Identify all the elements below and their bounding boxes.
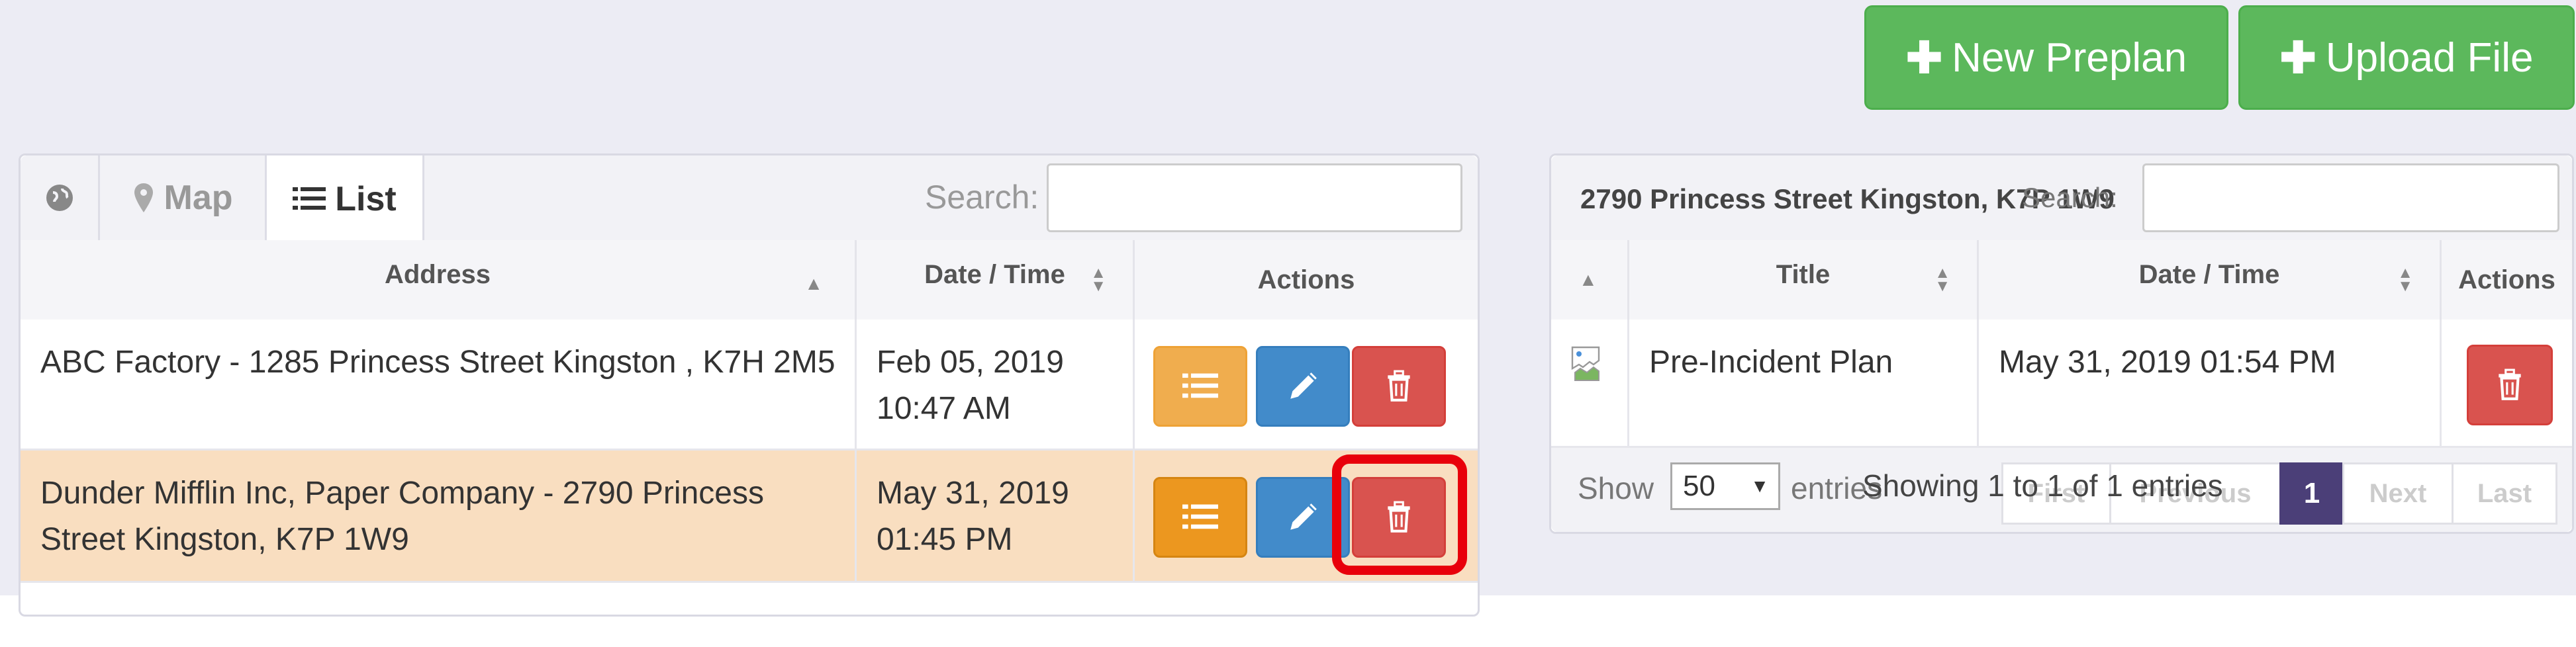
column-header-address[interactable]: Address ▲	[21, 240, 857, 320]
pagination-last[interactable]: Last	[2452, 462, 2557, 525]
edit-button[interactable]	[1256, 346, 1350, 427]
pagination-page-1[interactable]: 1	[2279, 462, 2344, 525]
list-icon	[293, 187, 326, 210]
date-time-cell: May 31, 2019 01:45 PM	[857, 451, 1135, 581]
column-header-date-time[interactable]: Date / Time ▲ ▼	[857, 240, 1135, 320]
tab-list-label: List	[335, 179, 397, 218]
trash-icon	[2499, 368, 2521, 400]
column-header-title-label: Title	[1776, 259, 1831, 289]
sort-asc-icon: ▲	[804, 273, 823, 294]
tab-map[interactable]: Map	[100, 155, 267, 240]
preplan-files-panel: 2790 Princess Street Kingston, K7P 1W9 S…	[1549, 153, 2574, 534]
broken-image-icon	[1571, 346, 1600, 381]
sort-asc-icon: ▲	[1579, 269, 1598, 290]
view-list-button[interactable]	[1153, 346, 1247, 427]
entries-info: Showing 1 to 1 of 1 entries	[1862, 468, 2223, 503]
table-header: Address ▲ Date / Time ▲ ▼ Actions	[21, 240, 1478, 322]
globe-icon	[46, 185, 73, 211]
upload-file-button[interactable]: ✚ Upload File	[2238, 5, 2575, 110]
caret-down-icon: ▼	[1750, 476, 1769, 496]
new-preplan-label: New Preplan	[1952, 34, 2187, 81]
tab-map-label: Map	[164, 179, 233, 217]
files-header-bar: 2790 Princess Street Kingston, K7P 1W9 S…	[1551, 155, 2572, 242]
column-header-actions: Actions	[1135, 240, 1478, 320]
table-row[interactable]: ABC Factory - 1285 Princess Street Kings…	[21, 320, 1478, 451]
file-title-cell: Pre-Incident Plan	[1629, 320, 1979, 446]
tab-globe[interactable]	[21, 155, 100, 240]
column-header-date-time[interactable]: Date / Time ▲ ▼	[1979, 240, 2442, 320]
page-canvas: ✚ New Preplan ✚ Upload File Map List Sea…	[0, 0, 2576, 617]
pagination-next[interactable]: Next	[2342, 462, 2454, 525]
preplan-list-panel: Map List Search: Address ▲ Date / Time ▲…	[19, 153, 1480, 617]
view-list-button[interactable]	[1153, 477, 1247, 558]
thumbnail-cell	[1551, 320, 1629, 446]
file-row[interactable]: Pre-Incident Plan May 31, 2019 01:54 PM	[1551, 320, 2572, 448]
sort-icon: ▲ ▼	[1934, 264, 1950, 295]
files-table-header: ▲ Title ▲ ▼ Date / Time ▲ ▼ Actions	[1551, 240, 2572, 322]
page-size-select[interactable]: 50 ▼	[1670, 462, 1780, 510]
page-size-value: 50	[1683, 470, 1715, 502]
table-footer: Show 50 ▼ entries First Previous 1 Next …	[1551, 448, 2572, 532]
view-tabs-bar: Map List Search:	[21, 155, 1478, 242]
date-text: Feb 05, 2019	[877, 345, 1064, 380]
table-row-selected[interactable]: Dunder Mifflin Inc, Paper Company - 2790…	[21, 451, 1478, 583]
plus-icon: ✚	[1905, 32, 1943, 82]
tab-list[interactable]: List	[267, 155, 424, 242]
map-marker-icon	[134, 183, 153, 212]
address-cell: Dunder Mifflin Inc, Paper Company - 2790…	[21, 451, 857, 581]
time-text: 10:47 AM	[877, 391, 1011, 426]
sort-icon: ▲ ▼	[1090, 264, 1106, 295]
column-header-address-label: Address	[384, 259, 491, 289]
search-label: Search:	[2022, 182, 2118, 213]
sort-icon: ▲ ▼	[2397, 264, 2413, 295]
address-cell: ABC Factory - 1285 Princess Street Kings…	[21, 320, 857, 449]
column-header-title[interactable]: Title ▲ ▼	[1629, 240, 1979, 320]
search-input[interactable]	[1047, 163, 1462, 232]
column-header-date-label: Date / Time	[2138, 259, 2280, 289]
plus-icon: ✚	[2279, 32, 2316, 82]
date-text: May 31, 2019	[877, 476, 1069, 511]
list-icon	[1182, 373, 1218, 398]
highlight-box	[1332, 454, 1467, 575]
column-header-date-label: Date / Time	[924, 259, 1065, 289]
upload-file-label: Upload File	[2325, 34, 2534, 81]
show-label: Show	[1578, 471, 1654, 505]
search-label: Search:	[925, 179, 1039, 216]
files-search-input[interactable]	[2142, 163, 2559, 232]
delete-button[interactable]	[1352, 346, 1446, 427]
file-date-time-cell: May 31, 2019 01:54 PM	[1979, 320, 2442, 446]
edit-icon	[1290, 503, 1317, 530]
delete-file-button[interactable]	[2467, 345, 2553, 425]
column-header-actions-label: Actions	[1257, 265, 1355, 294]
column-header-actions-label: Actions	[2458, 265, 2555, 294]
trash-icon	[1388, 370, 1410, 402]
time-text: 01:45 PM	[877, 522, 1013, 557]
column-header-thumbnail[interactable]: ▲	[1551, 240, 1629, 320]
new-preplan-button[interactable]: ✚ New Preplan	[1864, 5, 2228, 110]
date-time-cell: Feb 05, 2019 10:47 AM	[857, 320, 1135, 449]
column-header-actions: Actions	[2442, 240, 2572, 320]
edit-icon	[1290, 372, 1317, 399]
list-icon	[1182, 504, 1218, 529]
